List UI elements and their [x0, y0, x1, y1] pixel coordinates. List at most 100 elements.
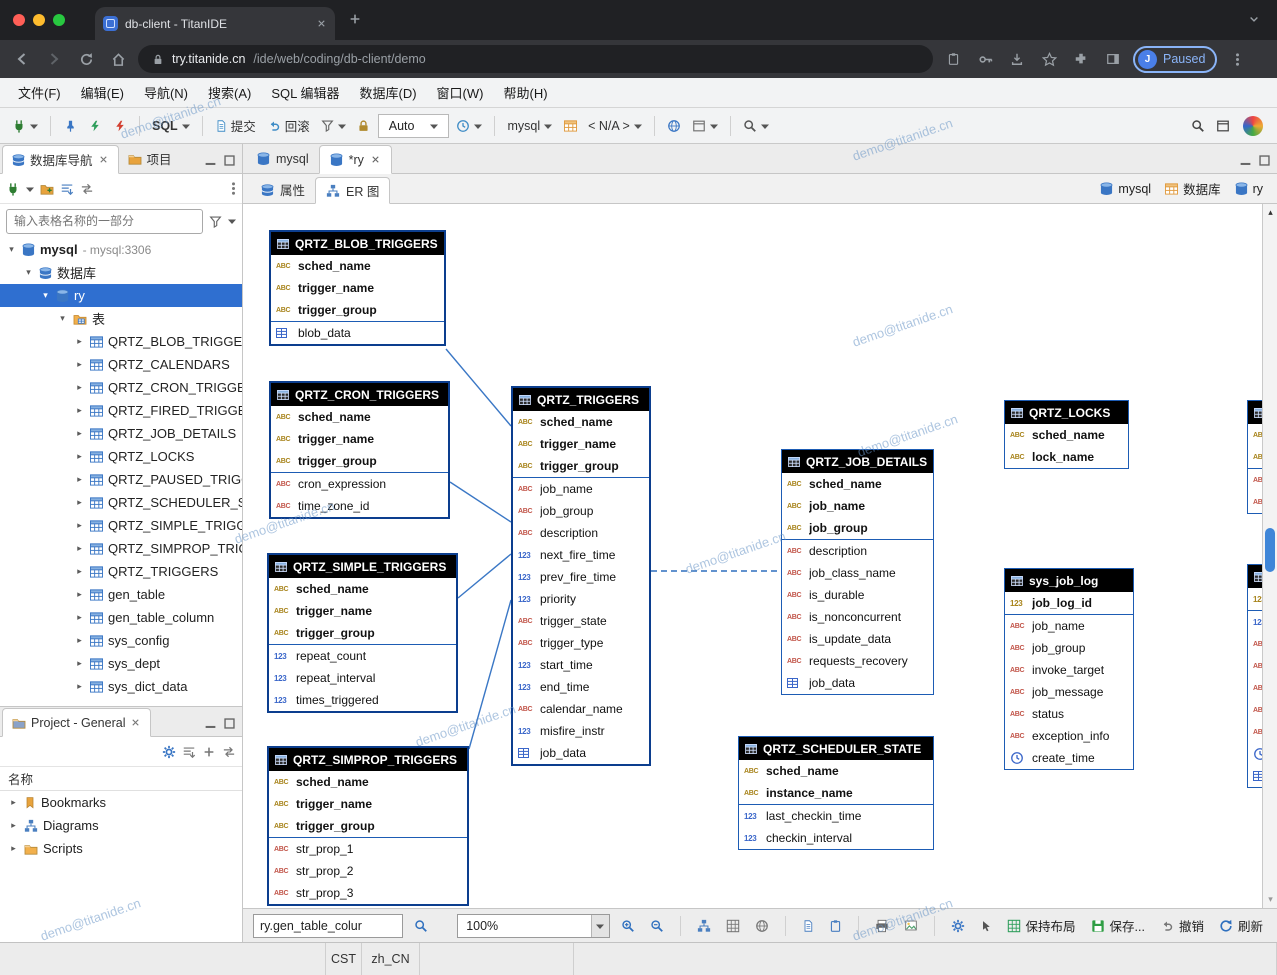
- chevron-collapsed-icon[interactable]: ▸: [74, 658, 85, 669]
- project-item-Bookmarks[interactable]: ▸Bookmarks: [0, 791, 242, 814]
- er-column-repeat_count[interactable]: 123repeat_count: [269, 645, 456, 667]
- diagram-search-input[interactable]: [253, 914, 403, 938]
- tree-item-sys_dept[interactable]: ▸sys_dept: [0, 652, 242, 675]
- side-panel-icon[interactable]: [1101, 47, 1125, 71]
- settings-gear-icon[interactable]: [162, 745, 176, 759]
- er-column-trigger_group[interactable]: ABCtrigger_group: [271, 299, 444, 321]
- tree-item-QRTZ_PAUSED_TRIGGER_GROUPS[interactable]: ▸QRTZ_PAUSED_TRIGGER_GROUPS: [0, 468, 242, 491]
- new-connection-button[interactable]: [8, 113, 42, 139]
- breadcrumb-数据库[interactable]: 数据库: [1165, 179, 1221, 198]
- search-button[interactable]: [739, 113, 773, 139]
- menu-item[interactable]: 帮助(H): [493, 79, 557, 106]
- sql-editor-button[interactable]: SQL: [148, 113, 194, 139]
- keep-layout-button[interactable]: 保持布局: [1003, 913, 1080, 939]
- download-icon[interactable]: [1005, 47, 1029, 71]
- reload-button[interactable]: [74, 47, 98, 71]
- caret-down-icon[interactable]: [26, 185, 34, 193]
- er-column-trigger_name[interactable]: ABCtrigger_name: [269, 793, 467, 815]
- password-key-icon[interactable]: [973, 47, 997, 71]
- tree-item-mysql[interactable]: ▾mysql - mysql:3306: [0, 238, 242, 261]
- connection-selector[interactable]: mysql: [503, 113, 556, 139]
- er-entity-header[interactable]: QRTZ_SCHEDULER_STATE: [739, 737, 933, 760]
- chevron-expanded-icon[interactable]: ▾: [40, 290, 51, 301]
- er-column-sched_name[interactable]: ABCsched_name: [271, 255, 444, 277]
- attributes-button[interactable]: [825, 913, 846, 939]
- er-column-sched_name[interactable]: ABCsched_name: [739, 760, 933, 782]
- er-column-trigger_state[interactable]: ABCtrigger_state: [513, 610, 649, 632]
- er-entity-header[interactable]: QRTZ_CRON_TRIGGERS: [271, 383, 448, 406]
- macos-zoom-button[interactable]: [53, 14, 65, 26]
- er-column-prev_fire_time[interactable]: 123prev_fire_time: [513, 566, 649, 588]
- er-column-is_durable[interactable]: ABCis_durable: [782, 584, 933, 606]
- auto-layout-button[interactable]: [693, 913, 715, 939]
- tree-item-QRTZ_SCHEDULER_STATE[interactable]: ▸QRTZ_SCHEDULER_STATE: [0, 491, 242, 514]
- diagram-search-button[interactable]: [410, 913, 432, 939]
- menu-item[interactable]: 编辑(E): [71, 79, 134, 106]
- er-column-lock_name[interactable]: ABClock_name: [1005, 446, 1128, 468]
- er-column-sched_name[interactable]: ABCsched_name: [269, 578, 456, 600]
- chevron-collapsed-icon[interactable]: ▸: [74, 543, 85, 554]
- view-menu-icon[interactable]: [231, 181, 236, 196]
- tab-close-icon[interactable]: [316, 18, 327, 29]
- diagram-settings-button[interactable]: [947, 913, 969, 939]
- bookmark-star-icon[interactable]: [1037, 47, 1061, 71]
- chevron-collapsed-icon[interactable]: ▸: [74, 451, 85, 462]
- chevron-collapsed-icon[interactable]: ▸: [74, 635, 85, 646]
- er-column-invoke_target[interactable]: ABCinvoke_target: [1005, 659, 1133, 681]
- chevron-collapsed-icon[interactable]: ▸: [74, 405, 85, 416]
- select-mode-button[interactable]: [976, 913, 996, 939]
- undo-button[interactable]: 撤销: [1156, 913, 1208, 939]
- er-entity-header[interactable]: [1248, 565, 1262, 588]
- er-column-clipped[interactable]: ABC: [1248, 677, 1262, 699]
- connect-button[interactable]: [59, 113, 81, 139]
- export-image-button[interactable]: [900, 913, 922, 939]
- browser-tab[interactable]: db-client - TitanIDE: [95, 7, 335, 40]
- macos-minimize-button[interactable]: [33, 14, 45, 26]
- er-entity-header[interactable]: QRTZ_LOCKS: [1005, 401, 1128, 424]
- chevron-collapsed-icon[interactable]: ▸: [8, 820, 19, 831]
- address-bar[interactable]: try.titanide.cn/ide/web/coding/db-client…: [138, 45, 933, 73]
- er-column-checkin_interval[interactable]: 123checkin_interval: [739, 827, 933, 849]
- schema-selector[interactable]: < N/A >: [584, 113, 646, 139]
- collapse-all-icon[interactable]: [60, 182, 74, 196]
- transaction-log-button[interactable]: [452, 113, 486, 139]
- er-column-job_name[interactable]: ABCjob_name: [782, 495, 933, 517]
- er-column-str_prop_3[interactable]: ABCstr_prop_3: [269, 882, 467, 904]
- browser-menu-icon[interactable]: [1225, 47, 1249, 71]
- chevron-collapsed-icon[interactable]: ▸: [8, 843, 19, 854]
- tree-item-QRTZ_CRON_TRIGGERS[interactable]: ▸QRTZ_CRON_TRIGGERS: [0, 376, 242, 399]
- er-column-priority[interactable]: 123priority: [513, 588, 649, 610]
- tree-item-表[interactable]: ▾表: [0, 307, 242, 330]
- perspective-button[interactable]: [1212, 113, 1234, 139]
- er-column-time_zone_id[interactable]: ABCtime_zone_id: [271, 495, 448, 517]
- er-column-sched_name[interactable]: ABCsched_name: [782, 473, 933, 495]
- er-column-repeat_interval[interactable]: 123repeat_interval: [269, 667, 456, 689]
- filter-icon[interactable]: [209, 215, 222, 228]
- er-column-clipped[interactable]: ABC: [1248, 469, 1262, 491]
- er-column-trigger_name[interactable]: ABCtrigger_name: [513, 433, 649, 455]
- invalidate-button[interactable]: [84, 113, 106, 139]
- chevron-collapsed-icon[interactable]: ▸: [74, 589, 85, 600]
- er-column-clipped[interactable]: ABC: [1248, 699, 1262, 721]
- er-column-job_name[interactable]: ABCjob_name: [1005, 615, 1133, 637]
- er-column-start_time[interactable]: 123start_time: [513, 654, 649, 676]
- tree-item-QRTZ_CALENDARS[interactable]: ▸QRTZ_CALENDARS: [0, 353, 242, 376]
- tree-item-sys_config[interactable]: ▸sys_config: [0, 629, 242, 652]
- er-column-trigger_group[interactable]: ABCtrigger_group: [513, 455, 649, 477]
- er-column-is_nonconcurrent[interactable]: ABCis_nonconcurrent: [782, 606, 933, 628]
- zoom-in-button[interactable]: [617, 913, 639, 939]
- er-column-job_name[interactable]: ABCjob_name: [513, 478, 649, 500]
- er-entity-header[interactable]: [1248, 401, 1262, 424]
- tab-project[interactable]: 项目: [119, 144, 181, 173]
- er-column-job_data[interactable]: job_data: [782, 672, 933, 694]
- er-column-job_group[interactable]: ABCjob_group: [1005, 637, 1133, 659]
- menu-item[interactable]: 搜索(A): [198, 79, 261, 106]
- er-column-sched_name[interactable]: ABCsched_name: [269, 771, 467, 793]
- er-entity-sys_job_log[interactable]: sys_job_log123job_log_idABCjob_nameABCjo…: [1004, 568, 1134, 770]
- chevron-collapsed-icon[interactable]: ▸: [74, 566, 85, 577]
- er-entity-QRTZ_TRIGGERS[interactable]: QRTZ_TRIGGERSABCsched_nameABCtrigger_nam…: [511, 386, 651, 766]
- er-entity-header[interactable]: sys_job_log: [1005, 569, 1133, 592]
- er-entity-header[interactable]: QRTZ_TRIGGERS: [513, 388, 649, 411]
- project-item-Scripts[interactable]: ▸Scripts: [0, 837, 242, 860]
- clipboard-icon[interactable]: [941, 47, 965, 71]
